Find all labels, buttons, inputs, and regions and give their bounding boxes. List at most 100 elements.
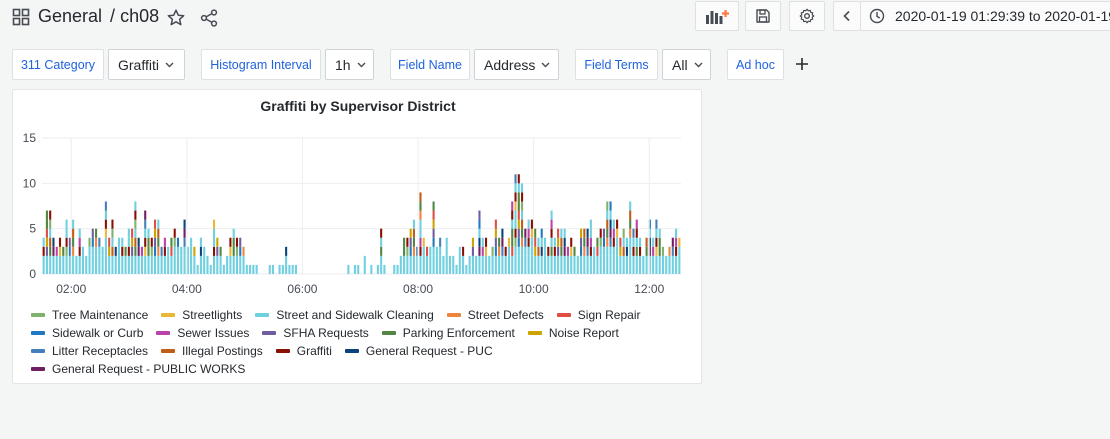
legend-item[interactable]: Parking Enforcement <box>381 326 515 340</box>
bar-segment <box>111 228 114 238</box>
legend-item[interactable]: SFHA Requests <box>262 326 369 340</box>
bar-segment <box>622 237 625 247</box>
bar-segment <box>52 255 55 265</box>
apps-grid-icon[interactable] <box>12 8 30 26</box>
variable-select-histogram-interval[interactable]: 1h <box>325 49 374 80</box>
bar-segment <box>517 264 520 274</box>
bar-segment <box>396 264 399 274</box>
legend-item[interactable]: Street and Sidewalk Cleaning <box>255 308 434 322</box>
bar-segment <box>537 246 540 256</box>
x-tick-label: 06:00 <box>287 282 317 296</box>
bar-segment <box>183 228 186 238</box>
bar-segment <box>134 228 137 238</box>
bar-segment <box>147 237 150 247</box>
bar-segment <box>432 237 435 247</box>
chevron-left-icon <box>843 10 850 22</box>
bar-segment <box>170 255 173 265</box>
bar-segment <box>517 183 520 193</box>
add-panel-button[interactable] <box>695 1 739 31</box>
legend-item[interactable]: Streetlights <box>161 308 242 322</box>
time-range-picker[interactable]: 2020-01-19 01:29:39 to 2020-01-19 12:32:… <box>860 1 1110 31</box>
bar-segment <box>566 255 569 265</box>
legend-item[interactable]: General Request - PUC <box>344 344 493 358</box>
legend-item[interactable]: Street Defects <box>446 308 544 322</box>
bar-segment <box>481 264 484 274</box>
legend-item[interactable]: General Request - PUBLIC WORKS <box>31 362 245 376</box>
bar-segment <box>652 237 655 247</box>
bar-segment <box>45 219 48 229</box>
bar-segment <box>547 246 550 256</box>
variable-value: All <box>672 56 688 73</box>
bar-segment <box>68 246 71 256</box>
bar-segment <box>471 246 474 256</box>
bar-segment <box>157 255 160 265</box>
legend-swatch <box>31 367 45 371</box>
variable-select-field-terms[interactable]: All <box>662 49 711 80</box>
bar-segment <box>619 237 622 247</box>
variable-value: Address <box>484 56 536 73</box>
save-dashboard-button[interactable] <box>745 1 781 31</box>
chevron-down-icon <box>694 62 703 67</box>
bar-segment <box>540 264 543 274</box>
variable-select-311-category[interactable]: Graffiti <box>108 49 185 80</box>
bar-segment <box>629 201 632 211</box>
bar-segment <box>419 264 422 274</box>
legend-item[interactable]: Noise Report <box>527 326 619 340</box>
legend-swatch <box>255 313 270 317</box>
bar-segment <box>478 255 481 265</box>
bar-segment <box>455 264 458 274</box>
bar-segment <box>419 201 422 211</box>
bar-segment <box>114 255 117 265</box>
dashboard-title[interactable]: ch08 <box>120 6 159 27</box>
graph-panel[interactable]: Graffiti by Supervisor District 0 5 10 15 02… <box>12 89 702 384</box>
bar-segment <box>478 246 481 256</box>
bar-segment <box>190 237 193 247</box>
bar-segment <box>550 237 553 247</box>
legend-item[interactable]: Graffiti <box>275 344 332 358</box>
bar-segment <box>635 237 638 247</box>
bar-segment <box>380 246 383 256</box>
plus-icon[interactable] <box>794 56 810 72</box>
stacked-bar-chart[interactable]: 0 5 10 15 02:00 04:00 06:00 08:00 10:00 12:00 <box>13 90 703 300</box>
bar-segment <box>78 237 81 247</box>
legend-item[interactable]: Illegal Postings <box>161 344 263 358</box>
legend-item[interactable]: Sewer Issues <box>156 326 249 340</box>
bar-segment <box>537 255 540 265</box>
bar-segment <box>95 237 98 247</box>
bar-segment <box>514 228 517 238</box>
bar-segment <box>655 246 658 256</box>
star-icon[interactable] <box>166 8 186 28</box>
bar-segment <box>98 237 101 247</box>
breadcrumb-folder[interactable]: General <box>38 6 102 27</box>
legend-label: Street Defects <box>467 308 544 322</box>
bar-segment <box>229 246 232 256</box>
legend-label: Tree Maintenance <box>52 308 149 322</box>
bar-segment <box>507 255 510 265</box>
bar-segment <box>173 228 176 238</box>
legend-item[interactable]: Sign Repair <box>556 308 640 322</box>
bar-segment <box>652 255 655 265</box>
bar-segment <box>658 228 661 238</box>
bar-segment <box>144 210 147 220</box>
legend-item[interactable]: Sidewalk or Curb <box>31 326 143 340</box>
bar-segment <box>468 264 471 274</box>
share-icon[interactable] <box>199 8 219 28</box>
bar-segment <box>173 255 176 265</box>
time-shift-back-button[interactable] <box>833 1 861 31</box>
bar-segment <box>72 264 75 274</box>
bar-segment <box>213 237 216 247</box>
bar-segment <box>422 237 425 247</box>
bar-segment <box>88 237 91 247</box>
legend-item[interactable]: Tree Maintenance <box>31 308 148 322</box>
variable-select-field-name[interactable]: Address <box>474 49 559 80</box>
bar-segment <box>668 246 671 256</box>
bar-segment <box>632 246 635 256</box>
bar-segment <box>183 237 186 247</box>
bar-segment <box>471 255 474 265</box>
bar-segment <box>530 264 533 274</box>
y-tick-label: 5 <box>29 222 36 236</box>
bar-segment <box>111 237 114 247</box>
dashboard-settings-button[interactable] <box>789 1 825 31</box>
legend-item[interactable]: Litter Receptacles <box>31 344 148 358</box>
bar-segment <box>242 264 245 274</box>
